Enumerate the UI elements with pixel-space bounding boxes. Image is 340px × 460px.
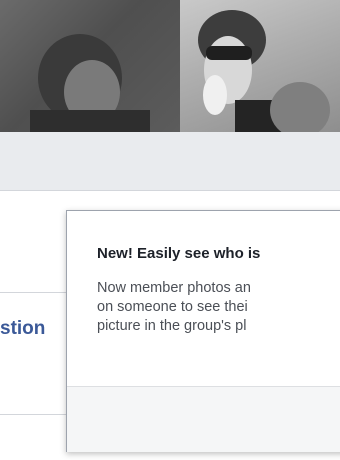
tooltip-body-line: Now member photos an [97,280,251,296]
feature-tooltip-popup: New! Easily see who is Now member photos… [66,210,340,452]
tooltip-body-line: on someone to see thei [97,299,248,315]
tooltip-body-line: picture in the group's pl [97,318,247,334]
tooltip-footer [67,386,340,452]
tooltip-body: Now member photos an on someone to see t… [97,279,251,336]
cover-bottom-strip [0,132,340,191]
sidebar-link[interactable]: stion [0,318,45,340]
sidebar-divider-top [0,292,70,293]
group-cover-photo[interactable] [0,0,340,132]
tooltip-title: New! Easily see who is [97,245,261,262]
cover-photo-figures [30,10,330,132]
sidebar-divider-bottom [0,414,70,415]
